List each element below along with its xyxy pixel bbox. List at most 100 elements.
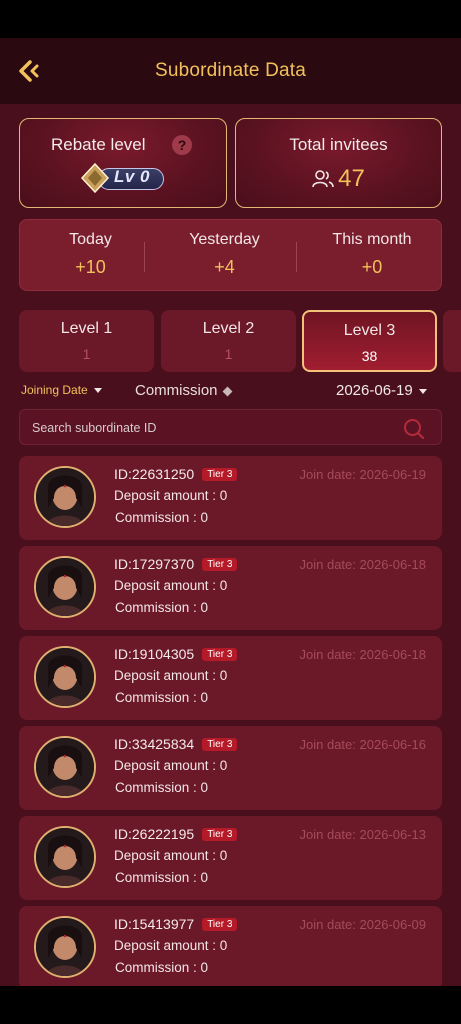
member-id-line: ID:22631250 Tier 3 bbox=[114, 466, 238, 482]
back-button[interactable] bbox=[16, 58, 42, 84]
period-label: Yesterday bbox=[189, 231, 260, 248]
chevron-down-icon bbox=[418, 388, 427, 394]
member-id-line: ID:19104305 Tier 3 bbox=[114, 646, 238, 662]
back-arrow-icon bbox=[19, 60, 39, 82]
period-value: +4 bbox=[214, 257, 235, 277]
list-item[interactable]: ID:26222195 Tier 3 Join date: 2026-06-13… bbox=[19, 816, 442, 900]
sort-label: Joining Date bbox=[21, 383, 88, 397]
join-date: Join date: 2026-06-18 bbox=[299, 647, 426, 662]
member-id: ID:17297370 bbox=[114, 556, 195, 572]
help-icon[interactable]: ? bbox=[172, 135, 192, 155]
tab-level-3[interactable]: Level 3 38 bbox=[302, 310, 437, 372]
tab-level-next[interactable] bbox=[443, 310, 461, 372]
join-date: Join date: 2026-06-18 bbox=[299, 557, 426, 572]
app-screen: Subordinate Data Rebate level ? Lv 0 Tot… bbox=[0, 38, 461, 986]
period-label: This month bbox=[332, 231, 412, 248]
avatar bbox=[34, 646, 96, 708]
commission-amount: Commission : 0 bbox=[115, 780, 209, 795]
tier-badge: Tier 3 bbox=[202, 467, 238, 481]
date-picker[interactable]: 2026-06-19 bbox=[336, 382, 427, 399]
divider bbox=[144, 242, 145, 272]
member-id: ID:22631250 bbox=[114, 466, 195, 482]
search-box[interactable] bbox=[19, 409, 442, 445]
commission-amount: Commission : 0 bbox=[115, 510, 209, 525]
tier-badge: Tier 3 bbox=[202, 827, 238, 841]
status-bar bbox=[0, 0, 461, 38]
total-invitees-card: Total invitees 47 bbox=[235, 118, 442, 208]
tab-count: 1 bbox=[224, 346, 233, 362]
tab-count: 38 bbox=[361, 348, 378, 364]
commission-amount: Commission : 0 bbox=[115, 600, 209, 615]
avatar-image-icon bbox=[36, 918, 94, 976]
rebate-level-card: Rebate level ? Lv 0 bbox=[19, 118, 227, 208]
divider bbox=[296, 242, 297, 272]
avatar-image-icon bbox=[36, 648, 94, 706]
tab-label: Level 1 bbox=[60, 320, 113, 337]
tab-count: 1 bbox=[82, 346, 91, 362]
users-icon bbox=[312, 170, 334, 188]
level-badge: Lv 0 bbox=[80, 163, 166, 193]
deposit-amount: Deposit amount : 0 bbox=[114, 488, 228, 503]
sort-icon bbox=[222, 386, 232, 396]
invitee-count: 47 bbox=[338, 165, 365, 192]
member-id-line: ID:17297370 Tier 3 bbox=[114, 556, 238, 572]
page-title: Subordinate Data bbox=[154, 60, 307, 81]
deposit-amount: Deposit amount : 0 bbox=[114, 938, 228, 953]
tab-label: Level 3 bbox=[343, 322, 396, 339]
join-date: Join date: 2026-06-19 bbox=[299, 467, 426, 482]
tab-label: Level 2 bbox=[202, 320, 255, 337]
commission-sort-label: Commission bbox=[135, 382, 218, 399]
deposit-amount: Deposit amount : 0 bbox=[114, 668, 228, 683]
list-item[interactable]: ID:19104305 Tier 3 Join date: 2026-06-18… bbox=[19, 636, 442, 720]
list-item[interactable]: ID:15413977 Tier 3 Join date: 2026-06-09… bbox=[19, 906, 442, 986]
period-today: Today +10 bbox=[20, 220, 161, 292]
avatar-image-icon bbox=[36, 828, 94, 886]
search-input[interactable] bbox=[32, 418, 392, 438]
avatar-image-icon bbox=[36, 558, 94, 616]
deposit-amount: Deposit amount : 0 bbox=[114, 848, 228, 863]
header: Subordinate Data bbox=[0, 38, 461, 104]
sort-dropdown[interactable]: Joining Date bbox=[21, 383, 102, 397]
period-yesterday: Yesterday +4 bbox=[147, 220, 302, 292]
deposit-amount: Deposit amount : 0 bbox=[114, 578, 228, 593]
period-label: Today bbox=[69, 231, 112, 248]
gem-icon bbox=[80, 163, 110, 193]
member-id: ID:15413977 bbox=[114, 916, 195, 932]
date-value: 2026-06-19 bbox=[336, 382, 413, 399]
tab-level-1[interactable]: Level 1 1 bbox=[19, 310, 154, 372]
join-date: Join date: 2026-06-13 bbox=[299, 827, 426, 842]
commission-sort[interactable]: Commission bbox=[135, 382, 232, 399]
member-id-line: ID:15413977 Tier 3 bbox=[114, 916, 238, 932]
avatar bbox=[34, 826, 96, 888]
join-date: Join date: 2026-06-16 bbox=[299, 737, 426, 752]
commission-amount: Commission : 0 bbox=[115, 960, 209, 975]
period-stats: Today +10 Yesterday +4 This month +0 bbox=[19, 219, 442, 291]
search-icon[interactable] bbox=[403, 418, 425, 440]
member-id-line: ID:26222195 Tier 3 bbox=[114, 826, 238, 842]
list-item[interactable]: ID:22631250 Tier 3 Join date: 2026-06-19… bbox=[19, 456, 442, 540]
rebate-level-label: Rebate level bbox=[51, 135, 146, 154]
period-this-month: This month +0 bbox=[301, 220, 443, 292]
chevron-down-icon bbox=[93, 388, 102, 394]
commission-amount: Commission : 0 bbox=[115, 870, 209, 885]
filter-bar: Joining Date Commission 2026-06-19 bbox=[19, 381, 442, 403]
list-item[interactable]: ID:17297370 Tier 3 Join date: 2026-06-18… bbox=[19, 546, 442, 630]
tier-badge: Tier 3 bbox=[202, 917, 238, 931]
join-date: Join date: 2026-06-09 bbox=[299, 917, 426, 932]
member-id: ID:33425834 bbox=[114, 736, 195, 752]
deposit-amount: Deposit amount : 0 bbox=[114, 758, 228, 773]
list-item[interactable]: ID:33425834 Tier 3 Join date: 2026-06-16… bbox=[19, 726, 442, 810]
avatar bbox=[34, 466, 96, 528]
avatar bbox=[34, 736, 96, 798]
navigation-bar bbox=[0, 986, 461, 1024]
level-tabs: Level 1 1 Level 2 1 Level 3 38 bbox=[19, 310, 461, 372]
tier-badge: Tier 3 bbox=[202, 647, 238, 661]
tier-badge: Tier 3 bbox=[202, 737, 238, 751]
avatar bbox=[34, 916, 96, 978]
avatar-image-icon bbox=[36, 468, 94, 526]
total-invitees-label: Total invitees bbox=[289, 135, 388, 154]
member-id: ID:26222195 bbox=[114, 826, 195, 842]
level-text: Lv 0 bbox=[114, 167, 151, 186]
period-value: +10 bbox=[75, 257, 106, 277]
tab-level-2[interactable]: Level 2 1 bbox=[161, 310, 296, 372]
